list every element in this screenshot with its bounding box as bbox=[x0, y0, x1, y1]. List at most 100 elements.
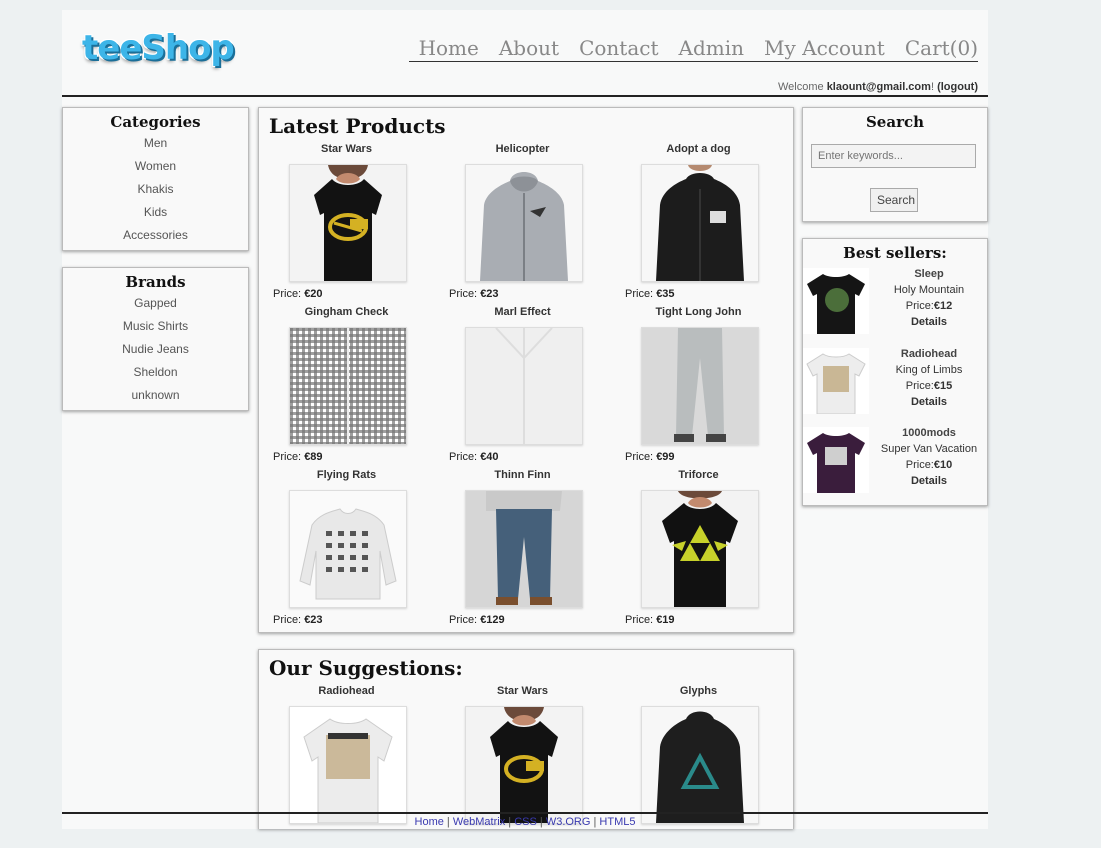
best-seller-image[interactable] bbox=[803, 348, 869, 414]
product-image[interactable] bbox=[465, 490, 583, 608]
best-seller-details-link[interactable]: Details bbox=[873, 314, 985, 330]
category-accessories[interactable]: Accessories bbox=[63, 224, 248, 247]
nav-admin[interactable]: Admin bbox=[669, 36, 755, 60]
product-name[interactable]: Flying Rats bbox=[269, 469, 424, 485]
product-name[interactable]: Gingham Check bbox=[269, 306, 424, 322]
price-value: €19 bbox=[656, 614, 675, 626]
price-label: Price: bbox=[449, 288, 481, 300]
search-button[interactable]: Search bbox=[870, 188, 918, 212]
category-kids[interactable]: Kids bbox=[63, 201, 248, 224]
brands-list: Gapped Music Shirts Nudie Jeans Sheldon … bbox=[63, 292, 248, 407]
price-label: Price: bbox=[905, 380, 934, 392]
product-name[interactable]: Thinn Finn bbox=[445, 469, 600, 485]
product-image[interactable] bbox=[289, 490, 407, 608]
price-value: €23 bbox=[480, 288, 499, 300]
product-card: Thinn Finn Price: €129 bbox=[445, 469, 620, 632]
product-image[interactable] bbox=[465, 164, 583, 282]
brand-unknown[interactable]: unknown bbox=[63, 384, 248, 407]
product-card: Marl Effect Price: €40 bbox=[445, 306, 620, 469]
page: teeShop Home About Contact Admin My Acco… bbox=[62, 10, 988, 829]
category-khakis[interactable]: Khakis bbox=[63, 178, 248, 201]
purple-tshirt-image bbox=[803, 427, 869, 493]
footer-link-css[interactable]: CSS bbox=[514, 816, 537, 828]
footer-sep: | bbox=[443, 816, 453, 828]
price-label: Price: bbox=[625, 614, 657, 626]
search-input[interactable] bbox=[811, 144, 976, 168]
brands-panel: Brands Gapped Music Shirts Nudie Jeans S… bbox=[62, 267, 249, 411]
category-men[interactable]: Men bbox=[63, 132, 248, 155]
nav-my-account[interactable]: My Account bbox=[754, 36, 895, 60]
suggestions-title: Our Suggestions: bbox=[269, 656, 463, 680]
product-image[interactable] bbox=[641, 164, 759, 282]
product-image[interactable] bbox=[641, 490, 759, 608]
product-name[interactable]: Adopt a dog bbox=[621, 143, 776, 159]
gingham-shirt-image bbox=[290, 328, 406, 444]
nav-cart[interactable]: Cart(0) bbox=[895, 36, 978, 60]
product-image[interactable] bbox=[641, 706, 759, 824]
latest-products-title: Latest Products bbox=[269, 114, 446, 138]
product-image[interactable] bbox=[289, 706, 407, 824]
category-women[interactable]: Women bbox=[63, 155, 248, 178]
best-seller-brand: Radiohead bbox=[900, 348, 958, 360]
product-name[interactable]: Glyphs bbox=[621, 685, 776, 701]
teeshop-logo[interactable]: teeShop bbox=[82, 28, 235, 68]
footer-link-webmatrix[interactable]: WebMatrix bbox=[453, 816, 505, 828]
footer-sep: | bbox=[536, 816, 546, 828]
product-image[interactable] bbox=[641, 327, 759, 445]
product-name[interactable]: Star Wars bbox=[269, 143, 424, 159]
product-image[interactable] bbox=[289, 327, 407, 445]
best-seller-image[interactable] bbox=[803, 427, 869, 493]
best-seller-item: Sleep Holy Mountain Price:€12 Details bbox=[803, 266, 987, 341]
product-image[interactable] bbox=[465, 706, 583, 824]
white-sweatshirt-image bbox=[290, 491, 406, 607]
best-seller-name: King of Limbs bbox=[895, 364, 963, 376]
white-tshirt-radiohead-image bbox=[803, 348, 869, 414]
best-seller-price: Price:€10 bbox=[873, 457, 985, 473]
product-price: Price: €35 bbox=[625, 288, 675, 300]
black-hoodie-image bbox=[642, 165, 758, 281]
best-seller-details-link[interactable]: Details bbox=[873, 473, 985, 489]
brands-title: Brands bbox=[125, 273, 186, 291]
brand-gapped[interactable]: Gapped bbox=[63, 292, 248, 315]
nav-about[interactable]: About bbox=[489, 36, 569, 60]
main-nav: Home About Contact Admin My Account Cart… bbox=[408, 36, 978, 62]
nav-contact[interactable]: Contact bbox=[569, 36, 668, 60]
product-name[interactable]: Radiohead bbox=[269, 685, 424, 701]
product-image[interactable] bbox=[289, 164, 407, 282]
blue-jeans-image bbox=[466, 491, 582, 607]
product-price: Price: €129 bbox=[449, 614, 505, 626]
product-card: Tight Long John Price: €99 bbox=[621, 306, 796, 469]
best-seller-name: Super Van Vacation bbox=[880, 443, 978, 455]
logout-link[interactable]: (logout) bbox=[937, 81, 978, 93]
footer-link-w3org[interactable]: W3.ORG bbox=[546, 816, 591, 828]
product-name[interactable]: Tight Long John bbox=[621, 306, 776, 322]
brand-nudie-jeans[interactable]: Nudie Jeans bbox=[63, 338, 248, 361]
welcome-prefix: Welcome bbox=[777, 81, 827, 93]
price-label: Price: bbox=[905, 459, 934, 471]
brand-music-shirts[interactable]: Music Shirts bbox=[63, 315, 248, 338]
welcome-message: Welcome klaount@gmail.com! (logout) bbox=[778, 81, 978, 93]
product-name[interactable]: Helicopter bbox=[445, 143, 600, 159]
product-name[interactable]: Marl Effect bbox=[445, 306, 600, 322]
product-price: Price: €99 bbox=[625, 451, 675, 463]
product-card: Helicopter Price: €23 bbox=[445, 143, 620, 306]
product-name[interactable]: Star Wars bbox=[445, 685, 600, 701]
search-title: Search bbox=[865, 113, 925, 131]
product-image[interactable] bbox=[465, 327, 583, 445]
best-seller-details-link[interactable]: Details bbox=[873, 394, 985, 410]
price-value: €10 bbox=[933, 459, 953, 471]
product-price: Price: €19 bbox=[625, 614, 675, 626]
footer-link-home[interactable]: Home bbox=[415, 816, 444, 828]
footer-link-html5[interactable]: HTML5 bbox=[599, 816, 635, 828]
brand-sheldon[interactable]: Sheldon bbox=[63, 361, 248, 384]
price-label: Price: bbox=[273, 288, 305, 300]
price-value: €40 bbox=[480, 451, 499, 463]
product-name[interactable]: Triforce bbox=[621, 469, 776, 485]
price-label: Price: bbox=[273, 614, 305, 626]
footer-sep: | bbox=[505, 816, 515, 828]
nav-home[interactable]: Home bbox=[409, 36, 489, 60]
best-sellers-title: Best sellers: bbox=[843, 244, 947, 262]
price-value: €15 bbox=[933, 380, 953, 392]
best-seller-image[interactable] bbox=[803, 268, 869, 334]
price-value: €89 bbox=[304, 451, 323, 463]
